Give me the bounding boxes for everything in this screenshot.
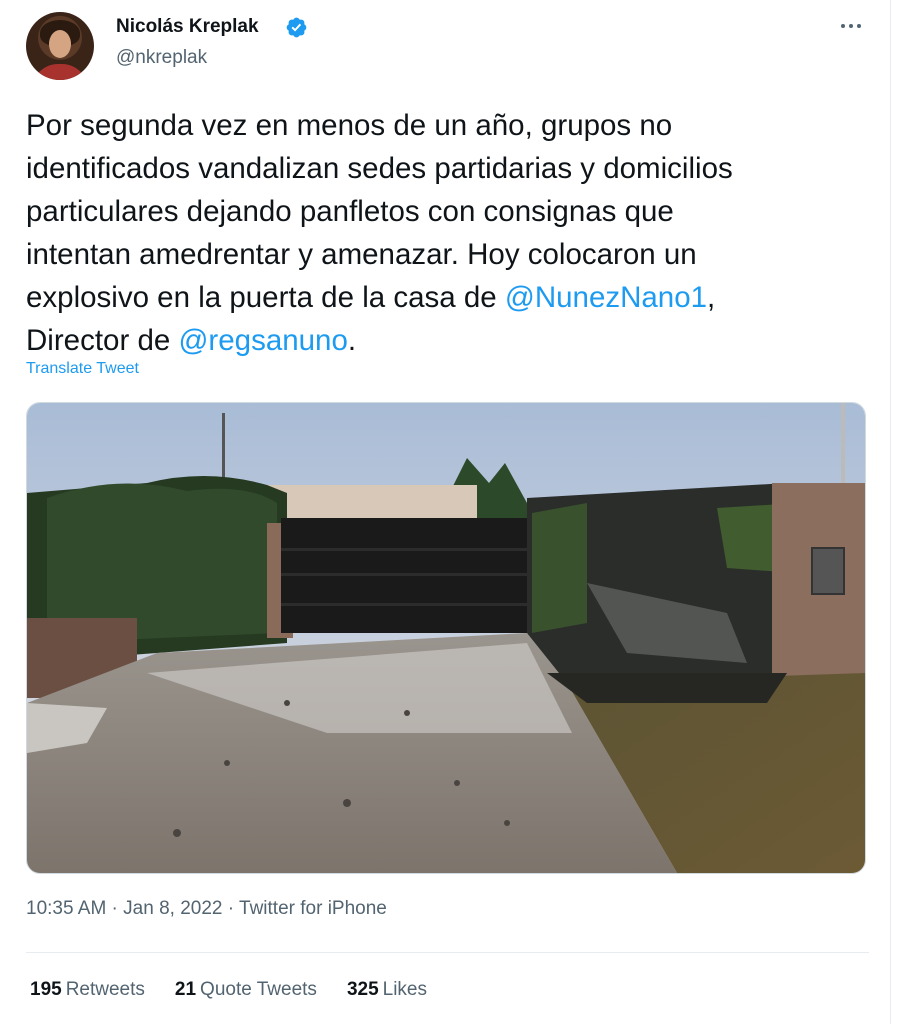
quote-tweets-label: Quote Tweets <box>200 979 317 1000</box>
tweet-timestamp[interactable]: 10:35 AM · Jan 8, 2022 · Twitter for iPh… <box>26 898 387 920</box>
more-dot <box>857 24 861 28</box>
quote-tweets-count: 21 <box>174 979 197 1000</box>
avatar[interactable] <box>26 12 94 80</box>
mention-link[interactable]: @NunezNano1 <box>505 281 707 314</box>
tweet-line: Por segunda vez en menos de un año, grup… <box>26 109 673 142</box>
photo-scene <box>27 403 865 873</box>
divider <box>26 952 869 953</box>
avatar-face <box>49 30 71 58</box>
likes-label: Likes <box>382 979 427 1000</box>
likes-count: 325 <box>346 979 379 1000</box>
more-dot <box>849 24 853 28</box>
tweet-line: particulares dejando panfletos con consi… <box>26 195 674 228</box>
tweet-text-segment: . <box>347 324 357 357</box>
author-name[interactable]: Nicolás Kreplak <box>116 16 259 38</box>
tweet-line: explosivo en la puerta de la casa de @Nu… <box>26 276 876 319</box>
verified-badge-icon <box>286 17 307 38</box>
retweets-stat[interactable]: 195 Retweets <box>30 979 145 1001</box>
more-dot <box>841 24 845 28</box>
tweet-text-segment: explosivo en la puerta de la casa de <box>26 281 505 314</box>
engagement-stats: 195 Retweets 21 Quote Tweets 325 Likes <box>30 979 427 1001</box>
tweet-line: Director de @regsanuno. <box>26 319 876 362</box>
more-options-icon[interactable] <box>835 14 867 38</box>
quote-tweets-stat[interactable]: 21 Quote Tweets <box>175 979 317 1001</box>
tweet-text-segment: Director de <box>26 324 179 357</box>
retweets-count: 195 <box>30 979 62 1000</box>
avatar-shirt <box>32 64 88 80</box>
mention-link[interactable]: @regsanuno <box>178 324 347 357</box>
timeline-border <box>890 0 891 1024</box>
likes-stat[interactable]: 325 Likes <box>347 979 427 1001</box>
retweets-label: Retweets <box>65 979 145 1000</box>
tweet-photo[interactable] <box>26 402 866 874</box>
tweet-line: identificados vandalizan sedes partidari… <box>26 152 733 185</box>
tweet-text: Por segunda vez en menos de un año, grup… <box>26 104 876 362</box>
author-handle[interactable]: @nkreplak <box>116 47 207 69</box>
translate-tweet-link[interactable]: Translate Tweet <box>26 360 139 378</box>
tweet-text-segment: , <box>707 281 716 314</box>
tweet-line: intentan amedrentar y amenazar. Hoy colo… <box>26 238 697 271</box>
